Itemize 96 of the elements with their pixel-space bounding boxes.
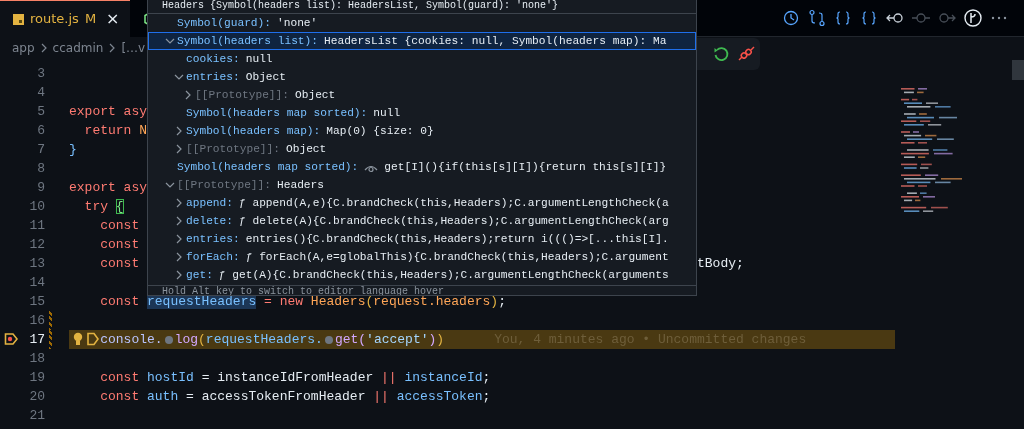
property-value: Map(0) {size: 0} [326,123,434,139]
code-line: } [69,141,77,157]
line-number: 13 [28,254,45,273]
property-name: Symbol(guard): [177,15,271,31]
tree-row[interactable]: [[Prototype]]: Object [148,140,696,158]
code-line: return N [83,122,148,138]
property-value: null [373,105,401,121]
line-number: 15 [28,292,45,311]
code-line: const auth = accessTokenFromHeader || accessToken; [99,388,491,404]
modified-status: M [84,10,97,29]
tree-row[interactable]: Symbol(headers map sorted): null [148,104,696,122]
property-value: ƒ forEach(A,e=globalThis){C.brandCheck(this,Headers);C.argument [245,249,669,265]
property-value: Object [286,141,327,157]
property-value: 'none' [277,15,318,31]
code-line: const hostId = instanceIdFromHeader || instanceId; [99,369,491,385]
tree-row[interactable]: Symbol(headers map sorted): get[I](){if(this[s][I]){return this[s][I]} [148,158,696,176]
tree-row[interactable]: entries: Object [148,68,696,86]
history-icon[interactable] [782,9,800,27]
property-name: Symbol(headers map sorted): [186,105,368,121]
property-value: get[I](){if(this[s][I]){return this[s][I]} [384,159,667,175]
line-number: 8 [36,159,45,178]
line-number: 11 [28,216,45,235]
tree-row[interactable]: Symbol(headers map): Map(0) {size: 0} [148,122,696,140]
property-name: get: [186,267,213,283]
line-number: 12 [28,235,45,254]
code-line: const [99,236,140,252]
property-value: ƒ delete(A){C.brandCheck(this,Headers);C.argumentLengthCheck(arg [239,213,669,229]
restart-icon[interactable] [713,46,729,62]
javascript-file-icon [13,13,24,25]
tree-row[interactable]: Symbol(guard): 'none' [148,14,696,32]
scrollbar-thumb[interactable] [1012,60,1024,80]
property-name: forEach: [186,249,240,265]
line-number: 17 [28,330,45,349]
stack-frame-icon [87,332,99,346]
hover-title: Headers {Symbol(headers list): HeadersList, Symbol(guard): 'none'} [148,0,696,14]
property-name: [[Prototype]]: [186,141,280,157]
line-number: 7 [36,140,45,159]
line-number: 9 [36,178,45,197]
property-name: Symbol(headers map sorted): [177,159,359,175]
code-line: try { [83,198,124,214]
tree-row[interactable]: append: ƒ append(A,e){C.brandCheck(this,Headers);C.argumentLengthCheck(a [148,194,696,212]
property-value: Object [245,69,286,85]
lightbulb-icon[interactable] [73,331,83,346]
breadcrumb-item[interactable]: app [12,38,35,57]
property-value: Headers [277,177,324,193]
property-name: cookies: [186,51,240,67]
line-number: 6 [36,121,45,140]
tree-row[interactable]: [[Prototype]]: Headers [148,176,696,194]
property-value: Object [295,87,336,103]
tree-row[interactable]: forEach: ƒ forEach(A,e=globalThis){C.brandCheck(this,Headers);C.argument [148,248,696,266]
line-number: 18 [28,349,45,368]
property-name: delete: [186,213,233,229]
tab-label: route.js [30,10,79,29]
code-line: export asy [69,103,147,119]
disconnect-icon[interactable] [737,46,755,62]
code-line: const [99,217,140,233]
property-value: null [245,51,273,67]
breadcrumb-item[interactable]: […v [121,38,146,57]
property-value: entries(){C.brandCheck(this,Headers);return i((()=>[...this[I]. [245,231,669,247]
tree-row[interactable]: [[Prototype]]: Object [148,86,696,104]
tree-row[interactable]: get: ƒ get(A){C.brandCheck(this,Headers);C.argumentLengthCheck(arguments [148,266,696,284]
property-name: Symbol(headers list): [177,33,318,49]
close-icon[interactable]: × [106,7,120,31]
breakpoint-icon[interactable] [4,332,18,346]
tree-row[interactable]: entries: entries(){C.brandCheck(this,Headers);return i((()=>[...this[I]. [148,230,696,248]
property-name: append: [186,195,233,211]
code-line: export asy [69,179,147,195]
line-number: 3 [36,64,45,83]
line-number: 10 [28,197,45,216]
braces-icon[interactable] [834,9,852,27]
property-value: ƒ get(A){C.brandCheck(this,Headers);C.argumentLengthCheck(arguments [218,267,669,283]
property-name: entries: [186,231,240,247]
code-line: const [99,255,140,271]
line-number: 20 [28,387,45,406]
breadcrumb-item[interactable]: ccadmin [52,38,104,57]
line-number: 14 [28,273,45,292]
property-name: [[Prototype]]: [195,87,289,103]
property-name: Symbol(headers map): [186,123,321,139]
tree-row[interactable]: cookies: null [148,50,696,68]
property-value: HeadersList {cookies: null, Symbol(headers map): Ma [324,33,667,49]
property-value: ƒ append(A,e){C.brandCheck(this,Headers);C.argumentLengthCheck(a [239,195,669,211]
property-name: entries: [186,69,240,85]
line-number: 16 [28,311,45,330]
git-graph-icon[interactable] [964,9,982,27]
code-line: tBody; [697,254,744,273]
property-name: [[Prototype]]: [177,177,271,193]
editor-tab[interactable]: route.js M × [0,0,130,37]
braces-icon[interactable] [860,9,878,27]
line-number: 21 [28,406,45,425]
line-number: 4 [36,83,45,102]
tree-row[interactable]: delete: ƒ delete(A){C.brandCheck(this,Headers);C.argumentLengthCheck(arg [148,212,696,230]
line-number: 19 [28,368,45,387]
line-number: 5 [36,102,45,121]
code-line: console. log(requestHeaders. get('accept')) [99,331,445,347]
compare-icon[interactable] [808,9,826,27]
tree-row[interactable]: Symbol(headers list): HeadersList {cookies: null, Symbol(headers map): Ma [148,32,696,50]
